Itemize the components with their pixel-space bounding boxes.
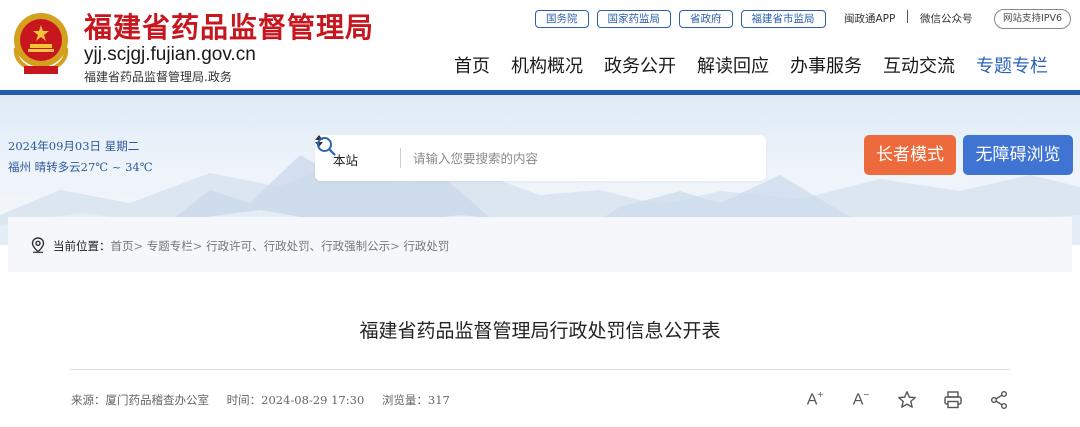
breadcrumb: 当前位置：首页> 专题专栏> 行政许可、行政处罚、行政强制公示> 行政处罚 xyxy=(53,238,449,254)
content-panel: 当前位置：首页> 专题专栏> 行政许可、行政处罚、行政强制公示> 行政处罚 福建… xyxy=(8,217,1072,427)
breadcrumb-home[interactable]: 首页 xyxy=(111,239,134,253)
breadcrumb-separator: > xyxy=(133,239,144,253)
article-views: 浏览量：317 xyxy=(381,393,450,407)
util-divider xyxy=(907,10,908,23)
breadcrumb-special-topics[interactable]: 专题专栏 xyxy=(147,239,193,253)
nav-organization[interactable]: 机构概况 xyxy=(511,52,583,78)
font-decrease-icon: A− xyxy=(852,390,870,409)
app-link[interactable]: 闽政通APP xyxy=(844,11,895,26)
search-divider xyxy=(400,148,401,168)
current-date: 2024年09月03日 星期二 xyxy=(8,139,140,153)
breadcrumb-admin-publicity[interactable]: 行政许可、行政处罚、行政强制公示 xyxy=(206,239,390,253)
breadcrumb-separator: > xyxy=(192,239,203,253)
printer-icon xyxy=(944,391,962,409)
wechat-link[interactable]: 微信公众号 xyxy=(920,11,973,26)
site-header: 福建省药品监督管理局 yjj.scjgj.fujian.gov.cn 福建省药品… xyxy=(0,0,1080,90)
breadcrumb-label: 当前位置： xyxy=(53,239,111,253)
article-time: 时间：2024-08-29 17:30 xyxy=(226,393,365,407)
star-icon xyxy=(898,391,916,408)
main-nav: 首页 机构概况 政务公开 解读回应 办事服务 互动交流 专题专栏 xyxy=(454,52,1048,78)
nav-services[interactable]: 办事服务 xyxy=(790,52,862,78)
site-title[interactable]: 福建省药品监督管理局 xyxy=(84,6,374,46)
article-tools: A+ A− xyxy=(803,389,1033,411)
toplink-province-gov[interactable]: 省政府 xyxy=(679,10,733,28)
breadcrumb-bar: 当前位置：首页> 专题专栏> 行政许可、行政处罚、行政强制公示> 行政处罚 xyxy=(8,217,1072,272)
nav-interpretation[interactable]: 解读回应 xyxy=(697,52,769,78)
location-pin-icon xyxy=(31,237,45,253)
search-box: 本站 xyxy=(315,135,766,181)
article-source: 来源：厦门药品稽查办公室 xyxy=(71,393,209,407)
font-decrease-button[interactable]: A− xyxy=(849,389,873,411)
print-button[interactable] xyxy=(941,389,965,411)
ipv6-badge: 网站支持IPV6 xyxy=(994,9,1072,29)
article-title: 福建省药品监督管理局行政处罚信息公开表 xyxy=(359,320,721,342)
toplink-fujian-samr[interactable]: 福建省市监局 xyxy=(740,10,826,28)
nav-home[interactable]: 首页 xyxy=(454,52,490,78)
breadcrumb-admin-penalty[interactable]: 行政处罚 xyxy=(403,239,449,253)
accessible-mode-button[interactable]: 无障碍浏览 xyxy=(963,135,1073,175)
elder-mode-button[interactable]: 长者模式 xyxy=(864,135,956,175)
search-input[interactable] xyxy=(413,146,713,170)
font-increase-button[interactable]: A+ xyxy=(803,389,827,411)
top-links: 国务院 国家药监局 省政府 福建省市监局 xyxy=(535,10,826,28)
site-subtitle: 福建省药品监督管理局.政务 xyxy=(84,70,232,84)
toplink-nmpa[interactable]: 国家药监局 xyxy=(596,10,671,28)
font-increase-icon: A+ xyxy=(806,390,824,409)
share-icon xyxy=(991,391,1007,409)
favorite-button[interactable] xyxy=(895,389,919,411)
nav-special-topics[interactable]: 专题专栏 xyxy=(976,52,1048,78)
nav-interaction[interactable]: 互动交流 xyxy=(883,52,955,78)
search-icon[interactable] xyxy=(315,135,337,157)
nav-public-affairs[interactable]: 政务公开 xyxy=(604,52,676,78)
site-domain: yjj.scjgj.fujian.gov.cn xyxy=(84,44,256,65)
breadcrumb-separator: > xyxy=(390,239,400,253)
article-meta: 来源：厦门药品稽查办公室 时间：2024-08-29 17:30 浏览量：317 xyxy=(71,392,464,408)
share-button[interactable] xyxy=(987,389,1011,411)
national-emblem-icon xyxy=(13,13,69,75)
weather-info: 福州 晴转多云27℃ ~ 34℃ xyxy=(8,160,153,174)
meta-divider xyxy=(70,369,1010,370)
toplink-guowuyuan[interactable]: 国务院 xyxy=(535,10,589,28)
